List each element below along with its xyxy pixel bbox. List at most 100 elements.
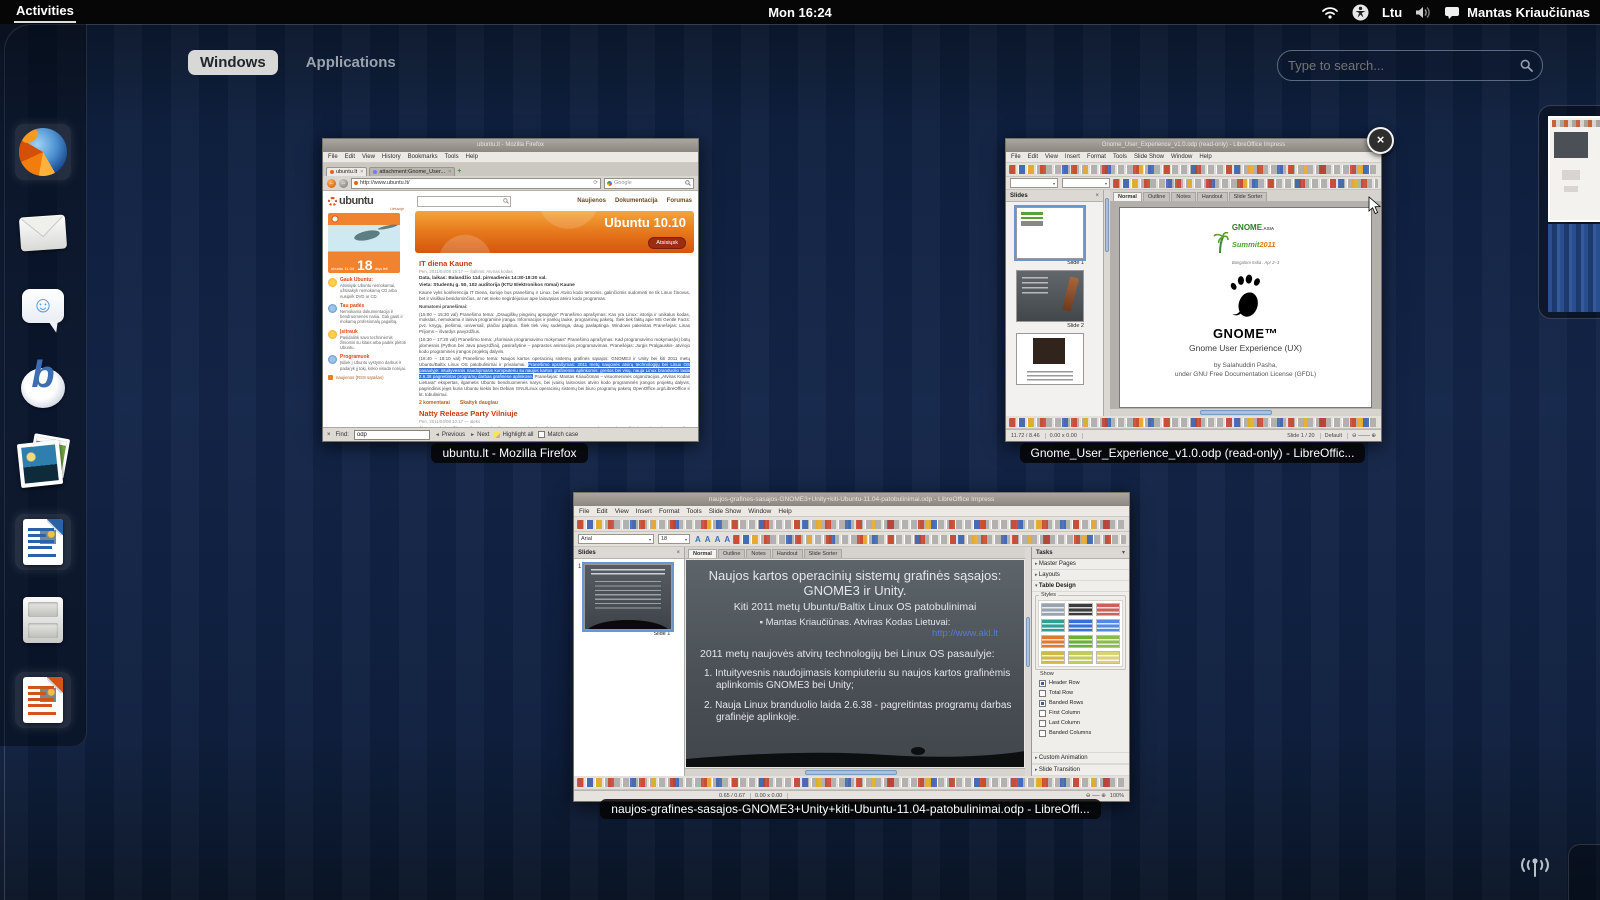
dock-item-impress[interactable] <box>15 672 71 728</box>
toolbar-icons[interactable] <box>577 778 1126 787</box>
view-tab[interactable]: Normal <box>1113 192 1142 201</box>
slide-thumb-3[interactable] <box>1016 333 1084 385</box>
panel-close-icon[interactable]: × <box>676 550 680 556</box>
table-style-swatch[interactable] <box>1096 603 1120 616</box>
site-search-field[interactable] <box>417 196 511 207</box>
workspace-switcher[interactable] <box>1538 105 1600 319</box>
slide-thumb-1[interactable] <box>584 564 672 630</box>
tab-close-icon[interactable]: × <box>448 169 451 175</box>
view-tab[interactable]: Handout <box>1197 192 1228 201</box>
show-option[interactable]: Banded Rows <box>1037 698 1124 708</box>
view-tab[interactable]: Outline <box>718 549 745 558</box>
menu-item[interactable]: Window <box>748 508 771 515</box>
table-style-swatch[interactable] <box>1068 651 1092 664</box>
table-style-swatch[interactable] <box>1096 651 1120 664</box>
table-style-swatch[interactable] <box>1068 603 1092 616</box>
view-tab[interactable]: Slide Sorter <box>1229 192 1268 201</box>
menu-item[interactable]: Help <box>466 154 478 160</box>
user-menu[interactable]: Mantas Kriaučiūnas <box>1467 5 1590 20</box>
menu-item[interactable]: Edit <box>345 154 355 160</box>
article-link[interactable]: 2 komentarai <box>419 400 450 406</box>
menu-item[interactable]: Format <box>1087 154 1106 160</box>
dock-item-evolution[interactable] <box>15 205 71 261</box>
menu-item[interactable]: Tools <box>445 154 459 160</box>
broadcast-antenna-icon[interactable] <box>1516 850 1554 882</box>
view-tab[interactable]: Handout <box>772 549 803 558</box>
menu-item[interactable]: View <box>1045 154 1058 160</box>
menu-item[interactable]: Help <box>1199 154 1211 160</box>
show-option[interactable]: Last Column <box>1037 718 1124 728</box>
menu-item[interactable]: Tools <box>687 508 702 515</box>
table-style-swatch[interactable] <box>1041 635 1065 648</box>
highlight-all-button[interactable]: Highlight all <box>494 432 533 438</box>
menu-item[interactable]: Slide Show <box>709 508 742 515</box>
menu-item[interactable]: Bookmarks <box>408 154 438 160</box>
toolbar-icons[interactable] <box>1009 165 1378 174</box>
table-style-swatch[interactable] <box>1041 619 1065 632</box>
table-style-swatch[interactable] <box>1068 635 1092 648</box>
menu-item[interactable]: Edit <box>1028 154 1038 160</box>
site-logo[interactable]: ubuntu <box>328 195 408 207</box>
table-style-swatch[interactable] <box>1096 635 1120 648</box>
task-section-active[interactable]: Table Design <box>1032 581 1129 592</box>
window-impress-gnome[interactable]: Gnome_User_Experience_v1.0.odp (read-onl… <box>1005 138 1382 442</box>
workspace-window-thumb[interactable] <box>1548 116 1600 222</box>
window-close-button[interactable]: × <box>1367 127 1394 154</box>
menu-item[interactable]: View <box>615 508 629 515</box>
dock-item-firefox[interactable] <box>15 124 71 180</box>
find-next-button[interactable]: ►Next <box>470 432 489 438</box>
show-option[interactable]: Total Row <box>1037 688 1124 698</box>
table-style-swatch[interactable] <box>1041 651 1065 664</box>
show-option[interactable]: First Column <box>1037 708 1124 718</box>
menu-item[interactable]: Slide Show <box>1134 154 1164 160</box>
wifi-icon[interactable] <box>1321 5 1339 19</box>
article-link[interactable]: Skaityk daugiau <box>460 400 498 406</box>
slide-thumb-2[interactable] <box>1016 270 1084 322</box>
find-input[interactable] <box>354 430 430 440</box>
font-style-button[interactable]: A <box>705 535 711 544</box>
find-previous-button[interactable]: ◄Previous <box>435 432 465 438</box>
toolbar-icons[interactable] <box>733 535 1126 544</box>
article2-title[interactable]: Natty Release Party Vilniuje <box>419 409 690 418</box>
site-nav-link[interactable]: Dokumentacija <box>615 198 658 204</box>
view-tab[interactable]: Slide Sorter <box>804 549 843 558</box>
article1-title[interactable]: IT diena Kaune <box>419 259 690 268</box>
window-impress-naujos[interactable]: naujos-grafines-sasajos-GNOME3+Unity+kit… <box>573 492 1130 802</box>
reload-icon[interactable]: ⟳ <box>593 180 598 186</box>
horizontal-scrollbar[interactable] <box>685 768 1025 776</box>
menu-item[interactable]: View <box>362 154 375 160</box>
tab-windows[interactable]: Windows <box>188 50 278 75</box>
menu-item[interactable]: Window <box>1171 154 1192 160</box>
find-close-icon[interactable]: × <box>327 432 331 438</box>
keyboard-layout-indicator[interactable]: Ltu <box>1382 5 1402 20</box>
view-tab[interactable]: Outline <box>1143 192 1170 201</box>
match-case-checkbox[interactable]: Match case <box>538 431 578 438</box>
task-section[interactable]: Custom Animation <box>1032 752 1129 764</box>
zoom-slider[interactable]: ⊖ ─── ⊕ <box>1352 433 1376 439</box>
menu-item[interactable]: Format <box>659 508 680 515</box>
slide-canvas[interactable]: GNOME.ASIA Summit2011 Bangalore India . … <box>1119 207 1372 408</box>
dock-item-writer[interactable] <box>15 514 71 570</box>
font-style-button[interactable]: A <box>715 535 721 544</box>
menu-item[interactable]: Insert <box>1065 154 1080 160</box>
menu-item[interactable]: Help <box>778 508 791 515</box>
window-firefox[interactable]: ubuntu.lt - Mozilla Firefox FileEditView… <box>322 138 699 442</box>
download-button[interactable]: Atsisiųsk <box>648 237 686 249</box>
web-search-field[interactable]: Google <box>604 178 694 189</box>
table-style-swatch[interactable] <box>1041 603 1065 616</box>
view-tab[interactable]: Notes <box>1171 192 1195 201</box>
font-name-combo[interactable]: Arial▾ <box>578 534 654 544</box>
font-size-combo[interactable]: 18▾ <box>658 534 690 544</box>
dock-item-banshee[interactable] <box>15 356 71 412</box>
release-countdown-widget[interactable]: ubuntu 11.04 18 days left <box>328 213 400 273</box>
dock-item-file-manager[interactable] <box>15 592 71 648</box>
browser-tab-attachment[interactable]: attachment:Gnome_User... × <box>369 167 455 176</box>
slides-scrollbar[interactable] <box>1104 190 1110 416</box>
width-combo[interactable]: ▾ <box>1062 178 1110 188</box>
toolbar-icons[interactable] <box>577 520 1126 529</box>
tab-applications[interactable]: Applications <box>294 50 408 75</box>
show-option[interactable]: Banded Columns <box>1037 728 1124 738</box>
horizontal-scrollbar[interactable] <box>1110 408 1381 416</box>
slide-thumb-1[interactable] <box>1016 207 1084 259</box>
menu-item[interactable]: File <box>328 154 338 160</box>
